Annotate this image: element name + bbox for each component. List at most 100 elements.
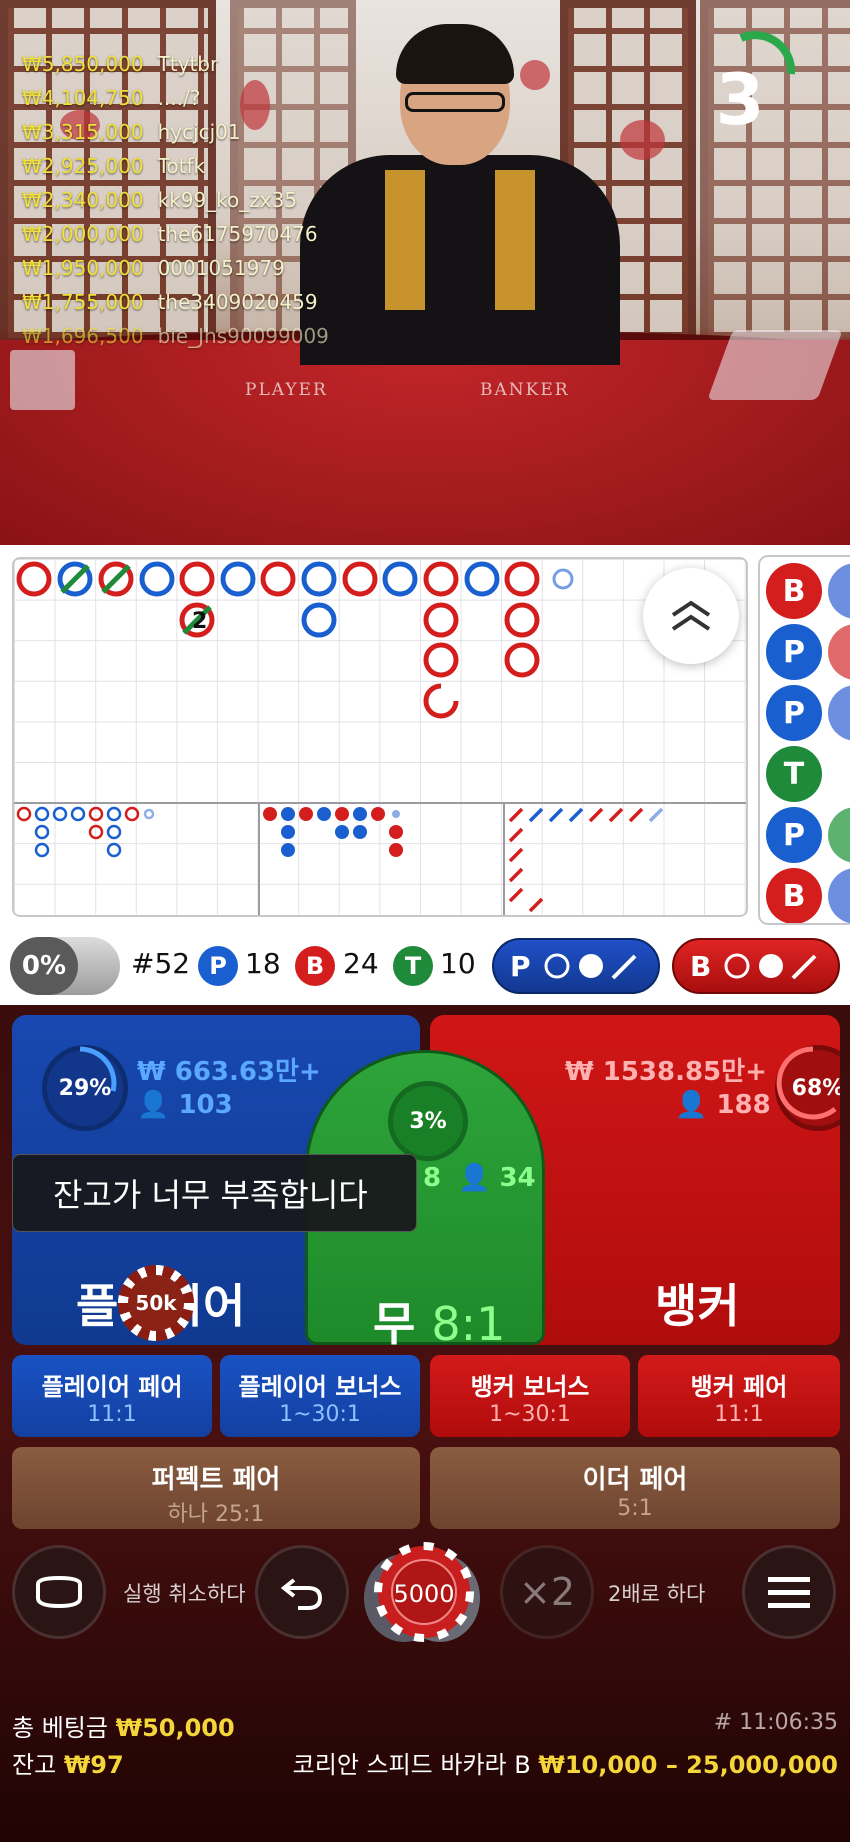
banker-pair-bet[interactable]: 뱅커 페어 11:1: [638, 1355, 840, 1437]
player-badge: P: [198, 946, 238, 986]
leaderboard-row: ₩1,755,000 the3409020459: [22, 290, 318, 314]
tie-percent: 3%: [409, 1108, 447, 1134]
pair-bet-odds: 5:1: [617, 1496, 653, 1521]
banker-total-amount: ₩ 1538.85만+: [565, 1057, 767, 1087]
banker-next-predict-button[interactable]: B: [672, 938, 840, 994]
player-next-predict-button[interactable]: P: [492, 938, 660, 994]
leaderboard-row: ₩1,950,000 0001051979: [22, 256, 285, 280]
player-win-count: 18: [245, 947, 281, 980]
total-bet-value: ₩50,000: [115, 1714, 235, 1742]
undo-button[interactable]: [255, 1545, 349, 1639]
banker-percent-ring: 68%: [775, 1045, 840, 1131]
divider: [503, 802, 505, 915]
bead-player: P: [766, 807, 822, 863]
table-name: 코리안 스피드 바카라 B: [292, 1751, 531, 1779]
leaderboard-row: ₩4,104,750 ..../?: [22, 86, 201, 110]
dealer: [300, 20, 620, 365]
bet-limits: ₩10,000 – 25,000,000: [538, 1751, 838, 1779]
scoreboard-grid[interactable]: 2: [12, 557, 748, 917]
person-icon: 👤: [458, 1163, 491, 1193]
progress-arc: [776, 1046, 837, 1120]
side-bet-odds: 1~30:1: [489, 1402, 571, 1427]
leaderboard-row: ₩5,850,000 Ttytbr: [22, 52, 219, 76]
card-tray: [10, 350, 75, 410]
winners-leaderboard: ₩5,850,000 Ttytbr ₩4,104,750 ..../? ₩3,315…: [22, 52, 329, 358]
round-number: #52: [131, 947, 191, 980]
player-percent-ring: 29%: [42, 1045, 128, 1131]
win-rate-value: 0%: [10, 937, 78, 995]
tie-percent-ring: 3%: [388, 1081, 468, 1161]
predict-road-icons: [544, 953, 636, 980]
insufficient-balance-toast: 잔고가 너무 부족합니다: [12, 1154, 417, 1232]
side-bet-title: 뱅커 보너스: [470, 1373, 590, 1401]
bead-banker: B: [766, 563, 822, 619]
double-button[interactable]: ×2: [500, 1545, 594, 1639]
balance-label: 잔고: [12, 1751, 57, 1779]
bead-partial: [828, 563, 850, 619]
big-road: 2: [16, 561, 664, 913]
felt-banker-label: BANKER: [480, 380, 570, 400]
either-pair-bet[interactable]: 이더 페어 5:1: [430, 1447, 840, 1529]
felt-player-label: PLAYER: [245, 380, 328, 400]
banker-badge: B: [295, 946, 335, 986]
tie-count-badge: 2: [192, 609, 207, 634]
side-bet-odds: 11:1: [714, 1402, 764, 1427]
banker-win-count: 24: [343, 947, 379, 980]
perfect-pair-bet[interactable]: 퍼펙트 페어 하나 25:1: [12, 1447, 420, 1529]
menu-button[interactable]: [742, 1545, 836, 1639]
pair-bet-odds: 하나 25:1: [167, 1502, 265, 1527]
bead-tie: T: [766, 746, 822, 802]
placed-chip: 50k: [118, 1265, 194, 1341]
pair-bet-title: 퍼펙트 페어: [151, 1465, 281, 1495]
chip-value: 5000: [393, 1580, 454, 1608]
tie-win-count: 10: [440, 947, 476, 980]
undo-label: 실행 취소하다: [123, 1582, 246, 1606]
leaderboard-row: ₩2,925,000 Totfk: [22, 154, 206, 178]
balance: 잔고 ₩97: [12, 1745, 124, 1780]
round-timestamp: # 11:06:35: [713, 1710, 838, 1735]
balance-value: ₩97: [63, 1751, 124, 1779]
blossom: [620, 120, 665, 160]
table-view-button[interactable]: [12, 1545, 106, 1639]
person-icon: 👤: [137, 1090, 170, 1120]
leaderboard-row: ₩3,315,000 hycjcj01: [22, 120, 241, 144]
player-pair-bet[interactable]: 플레이어 페어 11:1: [12, 1355, 212, 1437]
double-label: 2배로 하다: [608, 1582, 706, 1606]
countdown-timer: 3: [715, 59, 765, 141]
total-bet-label: 총 베팅금: [12, 1714, 108, 1742]
chip-selector[interactable]: 5000: [362, 1540, 482, 1650]
bead-player: P: [766, 685, 822, 741]
player-bettor-count: 👤 103: [137, 1090, 233, 1120]
side-bet-odds: 11:1: [87, 1402, 137, 1427]
hamburger-menu-icon: [768, 1577, 810, 1608]
side-bet-odds: 1~30:1: [279, 1402, 361, 1427]
table-info: 코리안 스피드 바카라 B ₩10,000 – 25,000,000: [293, 1745, 838, 1780]
side-bet-title: 뱅커 페어: [690, 1373, 788, 1401]
player-bonus-bet[interactable]: 플레이어 보너스 1~30:1: [220, 1355, 420, 1437]
bead-road: B P P T P B: [758, 555, 850, 925]
bead-partial: [828, 868, 850, 923]
tie-badge: T: [393, 946, 433, 986]
predict-road-icons: [724, 953, 817, 980]
leaderboard-row: ₩1,696,500 bie_Jhs90099009: [22, 324, 329, 348]
bead-partial: [828, 807, 850, 863]
bead-player: P: [766, 624, 822, 680]
tie-bettor-count: 👤 34: [458, 1163, 536, 1193]
leaderboard-row: ₩2,000,000 the6175970476: [22, 222, 318, 246]
win-rate-toggle[interactable]: 0%: [10, 937, 120, 995]
banker-bettor-count: 👤 188: [675, 1090, 771, 1120]
undo-arrow-icon: [280, 1578, 323, 1610]
bead-banker: B: [766, 868, 822, 923]
total-bet: 총 베팅금 ₩50,000: [12, 1708, 235, 1743]
progress-arc: [79, 1046, 117, 1092]
side-bet-title: 플레이어 보너스: [238, 1373, 402, 1401]
person-icon: 👤: [675, 1090, 708, 1120]
bead-partial: [828, 624, 850, 680]
tie-title: 무 8:1: [373, 1297, 506, 1351]
banker-bonus-bet[interactable]: 뱅커 보너스 1~30:1: [430, 1355, 630, 1437]
predict-player-label: P: [510, 949, 531, 983]
expand-roadmap-button[interactable]: [643, 568, 739, 664]
divider: [14, 802, 746, 804]
divider: [258, 802, 260, 915]
table-oval-icon: [36, 1575, 82, 1609]
